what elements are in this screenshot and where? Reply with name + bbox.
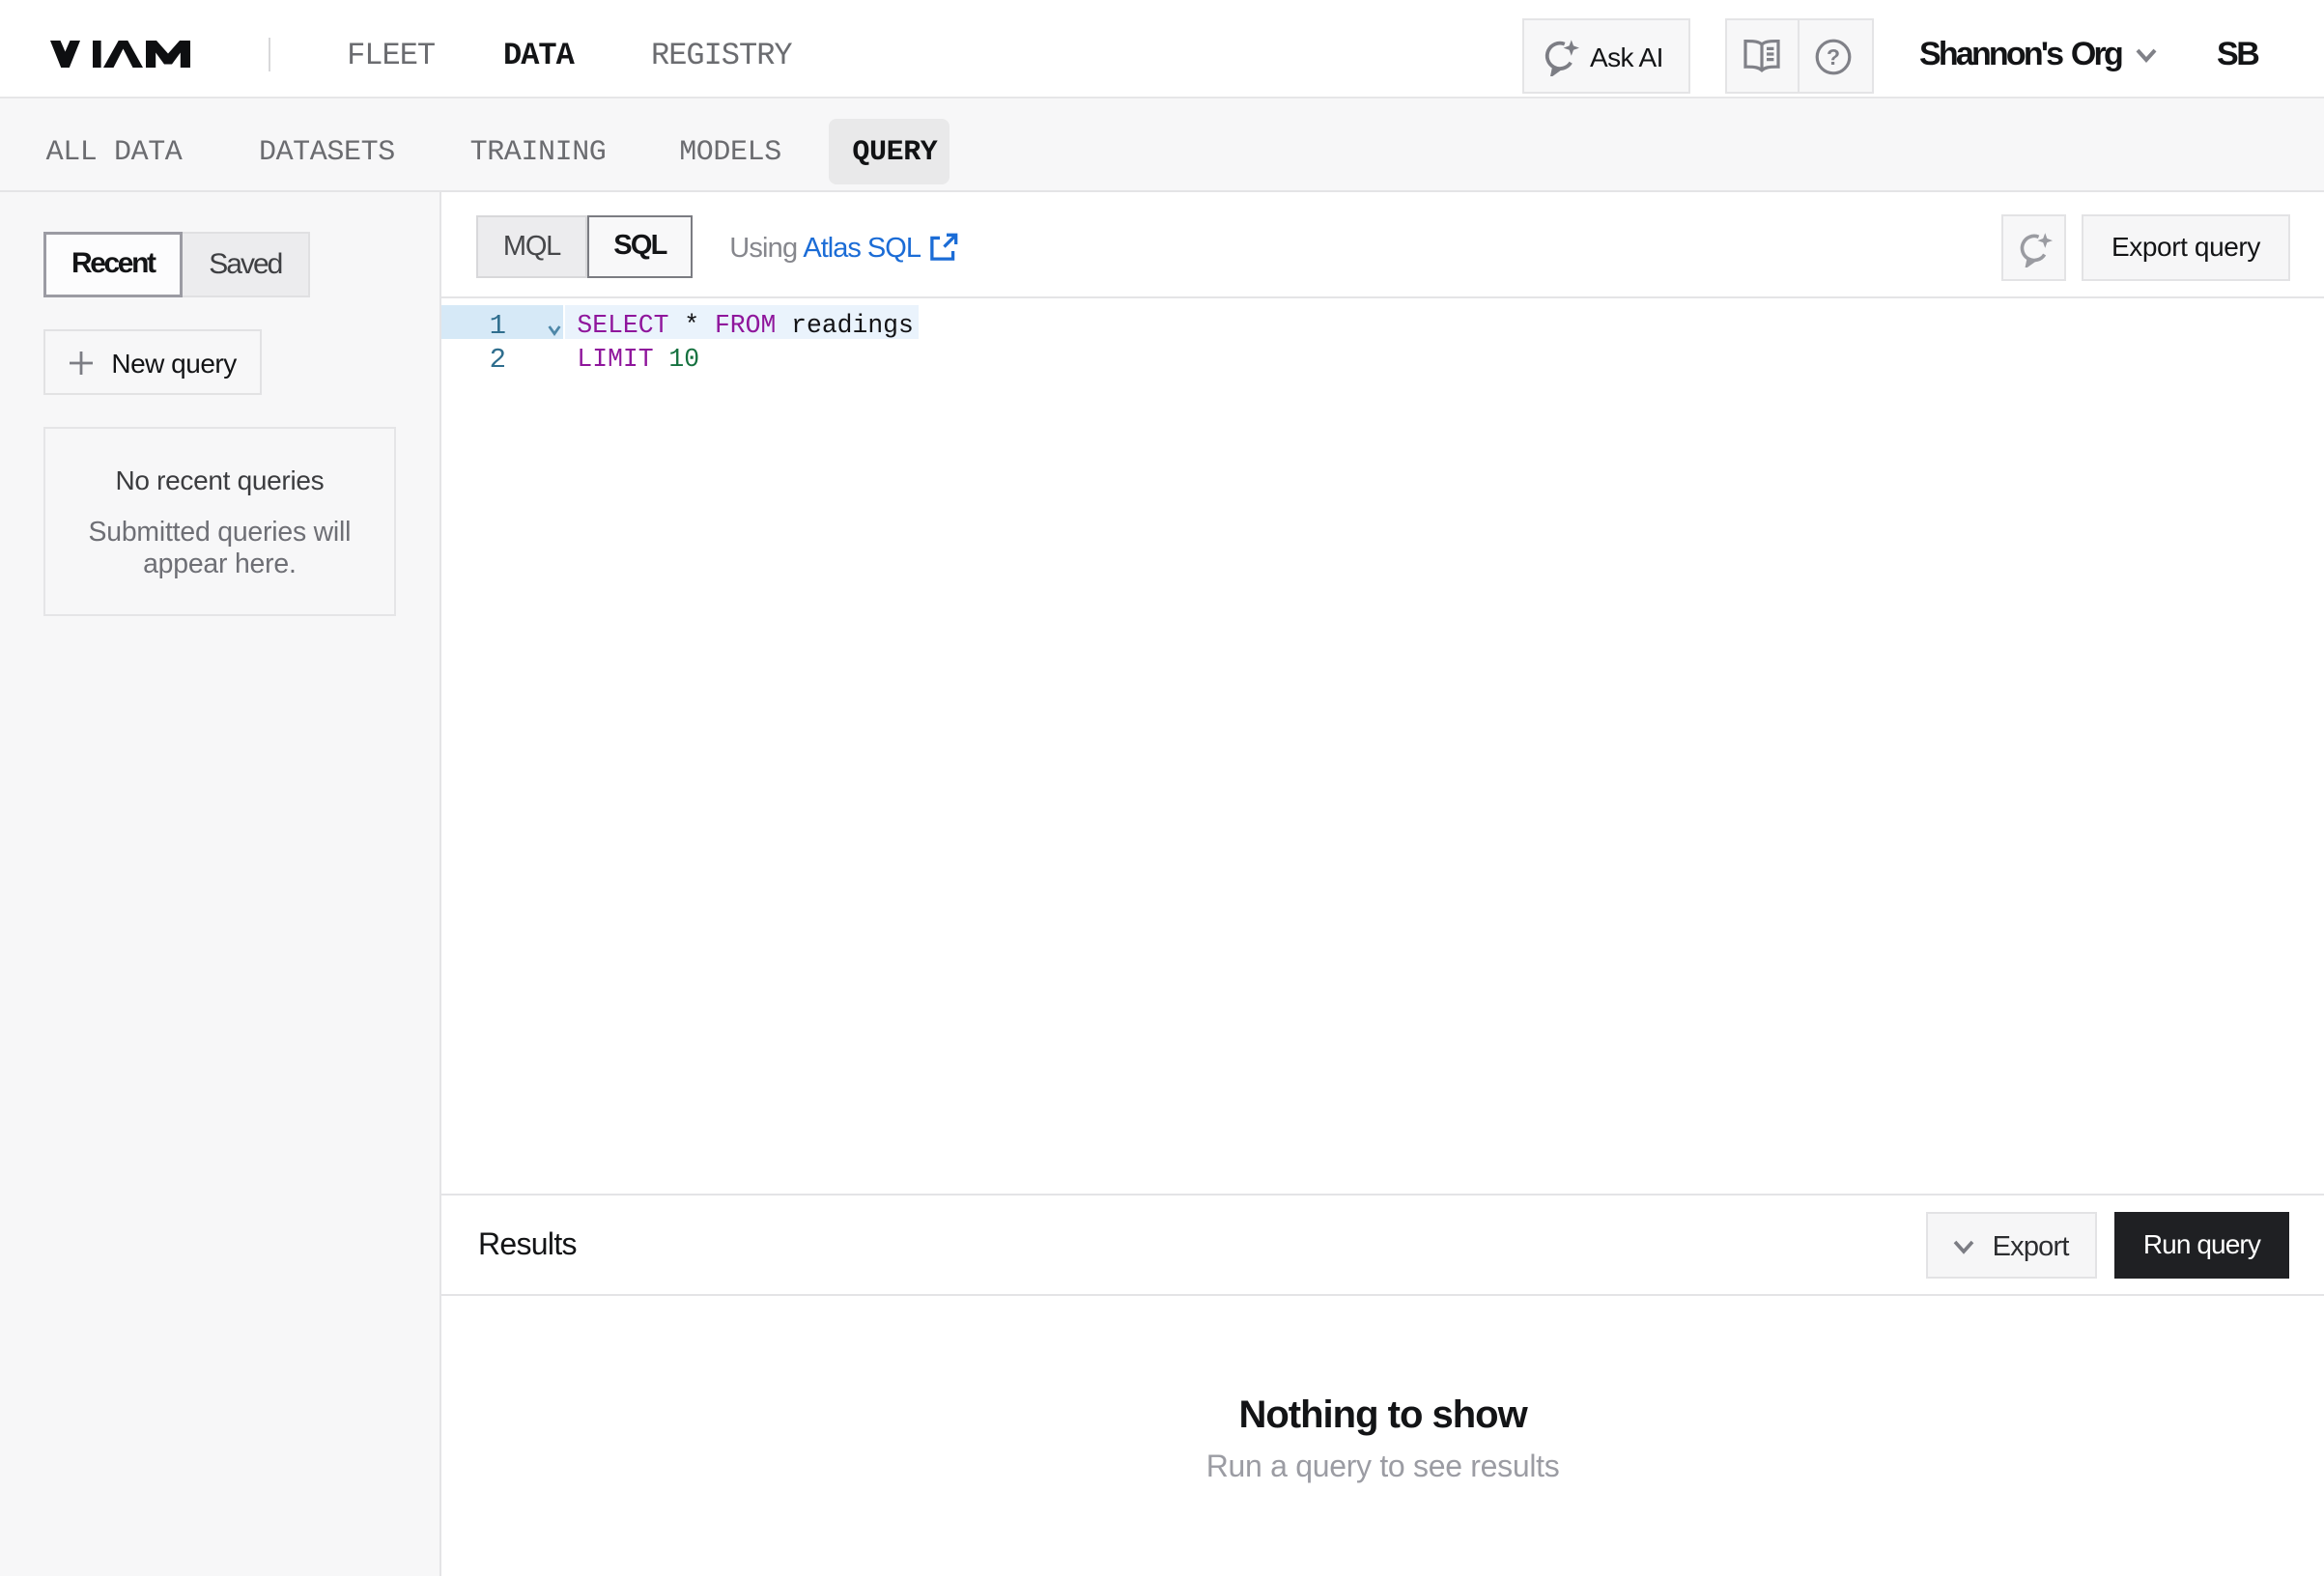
svg-text:?: ?	[1827, 44, 1840, 70]
